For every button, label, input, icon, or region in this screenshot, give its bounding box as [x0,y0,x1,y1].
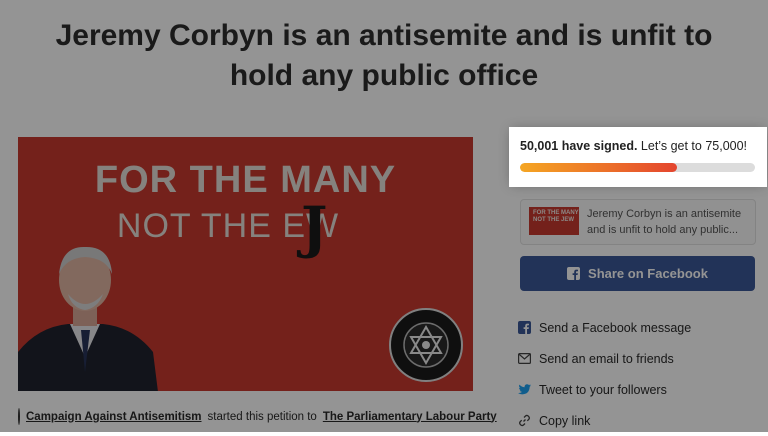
send-email-link[interactable]: Send an email to friends [518,343,691,374]
send-facebook-message-link[interactable]: Send a Facebook message [518,312,691,343]
starter-action-text: started this petition to [207,410,317,423]
goal-text: Let’s get to 75,000! [640,139,748,153]
share-options-list: Send a Facebook message Send an email to… [518,312,691,436]
envelope-icon [518,352,531,365]
organizer-link[interactable]: Campaign Against Antisemitism [26,411,202,423]
progress-bar-track [520,163,755,172]
send-facebook-message-label: Send a Facebook message [539,320,692,335]
share-preview-thumb-text: FOR THE MANY NOT THE JEW [533,210,579,223]
petition-title: Jeremy Corbyn is an antisemite and is un… [55,19,713,92]
signature-count-text: 50,001 have signed. Let’s get to 75,000! [520,139,747,153]
hero-line-1: FOR THE MANY [94,159,397,201]
campaign-badge-logo [389,308,463,382]
share-on-facebook-label: Share on Facebook [588,266,708,281]
share-on-facebook-button[interactable]: Share on Facebook [520,256,755,291]
copy-link-button[interactable]: Copy link [518,405,691,436]
link-icon [518,414,531,427]
hero-scrawl: J [301,195,328,261]
signed-count: 50,001 have signed. [520,139,638,153]
share-preview-thumbnail: FOR THE MANY NOT THE JEW [529,207,579,235]
tweet-label: Tweet to your followers [539,382,667,397]
send-email-label: Send an email to friends [539,351,674,366]
organizer-avatar[interactable] [18,408,20,425]
signature-progress-card: 50,001 have signed. Let’s get to 75,000! [512,130,764,184]
petition-starter: Campaign Against Antisemitism started th… [18,408,497,425]
petition-image: FOR THE MANY NOT THE EW J [18,137,473,391]
share-preview-card: FOR THE MANY NOT THE JEW Jeremy Corbyn i… [520,199,756,245]
facebook-icon [567,267,581,280]
facebook-icon [518,321,531,334]
progress-bar-fill [520,163,677,172]
share-preview-text: Jeremy Corbyn is an antisemite and is un… [587,208,742,236]
recipient-link[interactable]: The Parliamentary Labour Party [323,411,497,423]
copy-link-label: Copy link [539,413,591,428]
tweet-link[interactable]: Tweet to your followers [518,374,691,405]
twitter-bird-icon [518,383,531,396]
portrait-image [18,246,158,391]
